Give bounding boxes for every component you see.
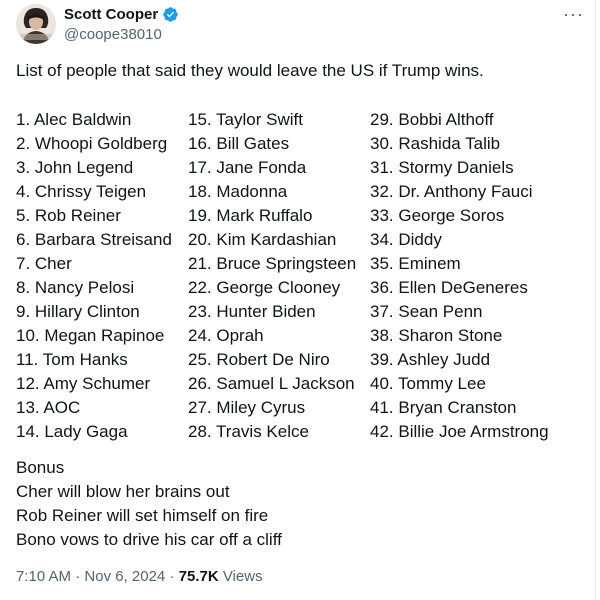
verified-badge-icon bbox=[163, 7, 178, 22]
author-handle[interactable]: @coope38010 bbox=[64, 26, 162, 43]
list-item: 4. Chrissy Teigen bbox=[16, 182, 147, 201]
list-item: 2. Whoopi Goldberg bbox=[16, 134, 168, 153]
list-item: 41. Bryan Cranston bbox=[370, 398, 517, 417]
list-item: 42. Billie Joe Armstrong bbox=[370, 422, 549, 441]
list-item: 16. Bill Gates bbox=[188, 134, 290, 153]
views-count[interactable]: 75.7K bbox=[179, 568, 219, 585]
list-item: 36. Ellen DeGeneres bbox=[370, 278, 528, 297]
bonus-line: Cher will blow her brains out bbox=[16, 482, 230, 501]
list-item: 12. Amy Schumer bbox=[16, 374, 151, 393]
list-item: 15. Taylor Swift bbox=[188, 110, 303, 129]
list-item: 18. Madonna bbox=[188, 182, 288, 201]
bonus-line: Bono vows to drive his car off a cliff bbox=[16, 530, 282, 549]
list-item: 23. Hunter Biden bbox=[188, 302, 316, 321]
list-item: 13. AOC bbox=[16, 398, 81, 417]
list-item: 7. Cher bbox=[16, 254, 72, 273]
author-name-row: Scott Cooper bbox=[64, 6, 179, 23]
tweet-header: Scott Cooper @coope38010 ··· bbox=[16, 4, 586, 48]
list-item: 34. Diddy bbox=[370, 230, 442, 249]
tweet-date[interactable]: Nov 6, 2024 bbox=[84, 568, 165, 585]
tweet-meta: 7:10 AM · Nov 6, 2024 · 75.7K Views bbox=[16, 568, 263, 585]
list-item: 9. Hillary Clinton bbox=[16, 302, 140, 321]
avatar[interactable] bbox=[16, 4, 56, 44]
list-item: 39. Ashley Judd bbox=[370, 350, 491, 369]
frame-divider bbox=[595, 0, 596, 600]
bonus-section: Bonus Cher will blow her brains out Rob … bbox=[16, 456, 282, 552]
author-name[interactable]: Scott Cooper bbox=[64, 6, 158, 23]
meta-separator: · bbox=[75, 568, 81, 585]
list-item: 33. George Soros bbox=[370, 206, 505, 225]
list-item: 22. George Clooney bbox=[188, 278, 341, 297]
list-item: 8. Nancy Pelosi bbox=[16, 278, 135, 297]
list-item: 14. Lady Gaga bbox=[16, 422, 128, 441]
avatar-photo bbox=[16, 4, 56, 44]
bonus-heading: Bonus bbox=[16, 458, 65, 477]
list-item: 38. Sharon Stone bbox=[370, 326, 503, 345]
list-item: 24. Oprah bbox=[188, 326, 264, 345]
list-item: 30. Rashida Talib bbox=[370, 134, 501, 153]
more-options-icon[interactable]: ··· bbox=[563, 4, 584, 25]
list-item: 1. Alec Baldwin bbox=[16, 110, 132, 129]
meta-separator: · bbox=[169, 568, 175, 585]
list-item: 17. Jane Fonda bbox=[188, 158, 307, 177]
list-item: 21. Bruce Springsteen bbox=[188, 254, 357, 273]
tweet-time[interactable]: 7:10 AM bbox=[16, 568, 71, 585]
list-item: 35. Eminem bbox=[370, 254, 461, 273]
list-item: 20. Kim Kardashian bbox=[188, 230, 337, 249]
list-item: 31. Stormy Daniels bbox=[370, 158, 514, 177]
list-item: 29. Bobbi Althoff bbox=[370, 110, 494, 129]
list-item: 26. Samuel L Jackson bbox=[188, 374, 355, 393]
list-item: 25. Robert De Niro bbox=[188, 350, 330, 369]
views-label: Views bbox=[222, 568, 263, 585]
list-column-2: 15. Taylor Swift 16. Bill Gates 17. Jane… bbox=[188, 108, 356, 444]
list-item: 28. Travis Kelce bbox=[188, 422, 309, 441]
list-item: 40. Tommy Lee bbox=[370, 374, 486, 393]
list-column-3: 29. Bobbi Althoff 30. Rashida Talib 31. … bbox=[370, 108, 549, 444]
list-item: 11. Tom Hanks bbox=[16, 350, 128, 369]
list-item: 27. Miley Cyrus bbox=[188, 398, 306, 417]
list-item: 32. Dr. Anthony Fauci bbox=[370, 182, 533, 201]
list-item: 6. Barbara Streisand bbox=[16, 230, 172, 249]
list-item: 10. Megan Rapinoe bbox=[16, 326, 165, 345]
list-item: 3. John Legend bbox=[16, 158, 134, 177]
tweet-text: List of people that said they would leav… bbox=[16, 61, 484, 80]
list-item: 19. Mark Ruffalo bbox=[188, 206, 313, 225]
list-item: 37. Sean Penn bbox=[370, 302, 483, 321]
list-column-1: 1. Alec Baldwin 2. Whoopi Goldberg 3. Jo… bbox=[16, 108, 172, 444]
list-item: 5. Rob Reiner bbox=[16, 206, 121, 225]
bonus-line: Rob Reiner will set himself on fire bbox=[16, 506, 269, 525]
